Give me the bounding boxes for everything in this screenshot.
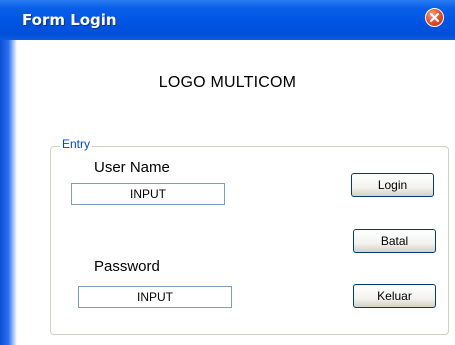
batal-button[interactable]: Batal	[353, 229, 436, 253]
login-button[interactable]: Login	[351, 173, 434, 197]
username-input[interactable]	[71, 183, 225, 205]
close-icon	[429, 12, 440, 23]
window-title: Form Login	[22, 11, 117, 29]
close-button[interactable]	[425, 8, 444, 27]
username-label: User Name	[94, 159, 170, 176]
keluar-button[interactable]: Keluar	[353, 284, 436, 308]
logo-text: LOGO MULTICOM	[158, 74, 297, 91]
entry-legend: Entry	[60, 137, 93, 151]
title-bar[interactable]: Form Login	[0, 0, 455, 40]
login-window: Form Login LOGO MULTICOM Entry User Name…	[0, 0, 455, 345]
password-label: Password	[94, 258, 160, 275]
password-input[interactable]	[78, 286, 232, 308]
